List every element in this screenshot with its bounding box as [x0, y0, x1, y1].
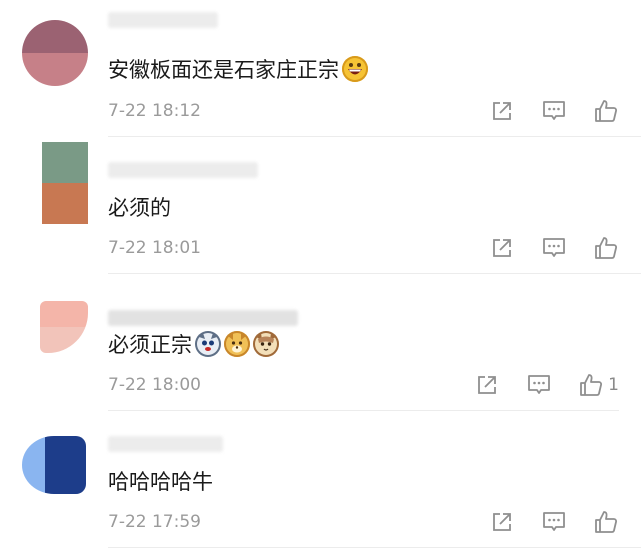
- comment-time: 7-22 17:59: [108, 512, 201, 532]
- share-icon[interactable]: [474, 372, 500, 398]
- share-icon[interactable]: [489, 98, 515, 124]
- like-count: 1: [608, 375, 619, 395]
- thumbs-up-icon[interactable]: [578, 372, 604, 398]
- comment-text: 必须正宗: [108, 329, 279, 359]
- comment-item: 必须正宗 7-22 18:00 1: [0, 274, 641, 411]
- cat-emoji: [253, 331, 279, 357]
- username-blurred[interactable]: [108, 436, 223, 452]
- comment-time: 7-22 18:00: [108, 375, 201, 395]
- comment-time: 7-22 18:12: [108, 101, 201, 121]
- comment-text: 安徽板面还是石家庄正宗: [108, 54, 368, 84]
- grinning-face-emoji: [342, 56, 368, 82]
- comment-actions: [463, 235, 619, 261]
- thumbs-up-icon[interactable]: [593, 509, 619, 535]
- username-blurred[interactable]: [108, 12, 218, 28]
- comment-time: 7-22 18:01: [108, 238, 201, 258]
- comment-text-content: 必须正宗: [108, 333, 192, 357]
- comment-icon[interactable]: [541, 98, 567, 124]
- share-icon[interactable]: [489, 235, 515, 261]
- comment-text: 必须的: [108, 192, 171, 222]
- comment-icon[interactable]: [541, 235, 567, 261]
- shiba-dog-emoji: [224, 331, 250, 357]
- comment-icon[interactable]: [541, 509, 567, 535]
- divider: [108, 547, 641, 548]
- thumbs-up-icon[interactable]: [593, 98, 619, 124]
- comment-actions: 1: [448, 372, 619, 398]
- comment-actions: [463, 509, 619, 535]
- username-blurred[interactable]: [108, 310, 298, 326]
- comment-item: 哈哈哈哈牛 7-22 17:59: [0, 411, 641, 548]
- comment-text-content: 安徽板面还是石家庄正宗: [108, 58, 339, 82]
- share-icon[interactable]: [489, 509, 515, 535]
- comment-item: 安徽板面还是石家庄正宗 7-22 18:12: [0, 0, 641, 137]
- avatar[interactable]: [42, 142, 88, 224]
- username-blurred[interactable]: [108, 162, 258, 178]
- avatar[interactable]: [22, 436, 86, 494]
- husky-dog-emoji: [195, 331, 221, 357]
- comment-icon[interactable]: [526, 372, 552, 398]
- avatar[interactable]: [22, 20, 88, 86]
- avatar[interactable]: [40, 301, 88, 353]
- comment-actions: [463, 98, 619, 124]
- comment-item: 必须的 7-22 18:01: [0, 137, 641, 274]
- comment-text: 哈哈哈哈牛: [108, 466, 213, 496]
- comment-text-content: 哈哈哈哈牛: [108, 470, 213, 494]
- comment-text-content: 必须的: [108, 196, 171, 220]
- thumbs-up-icon[interactable]: [593, 235, 619, 261]
